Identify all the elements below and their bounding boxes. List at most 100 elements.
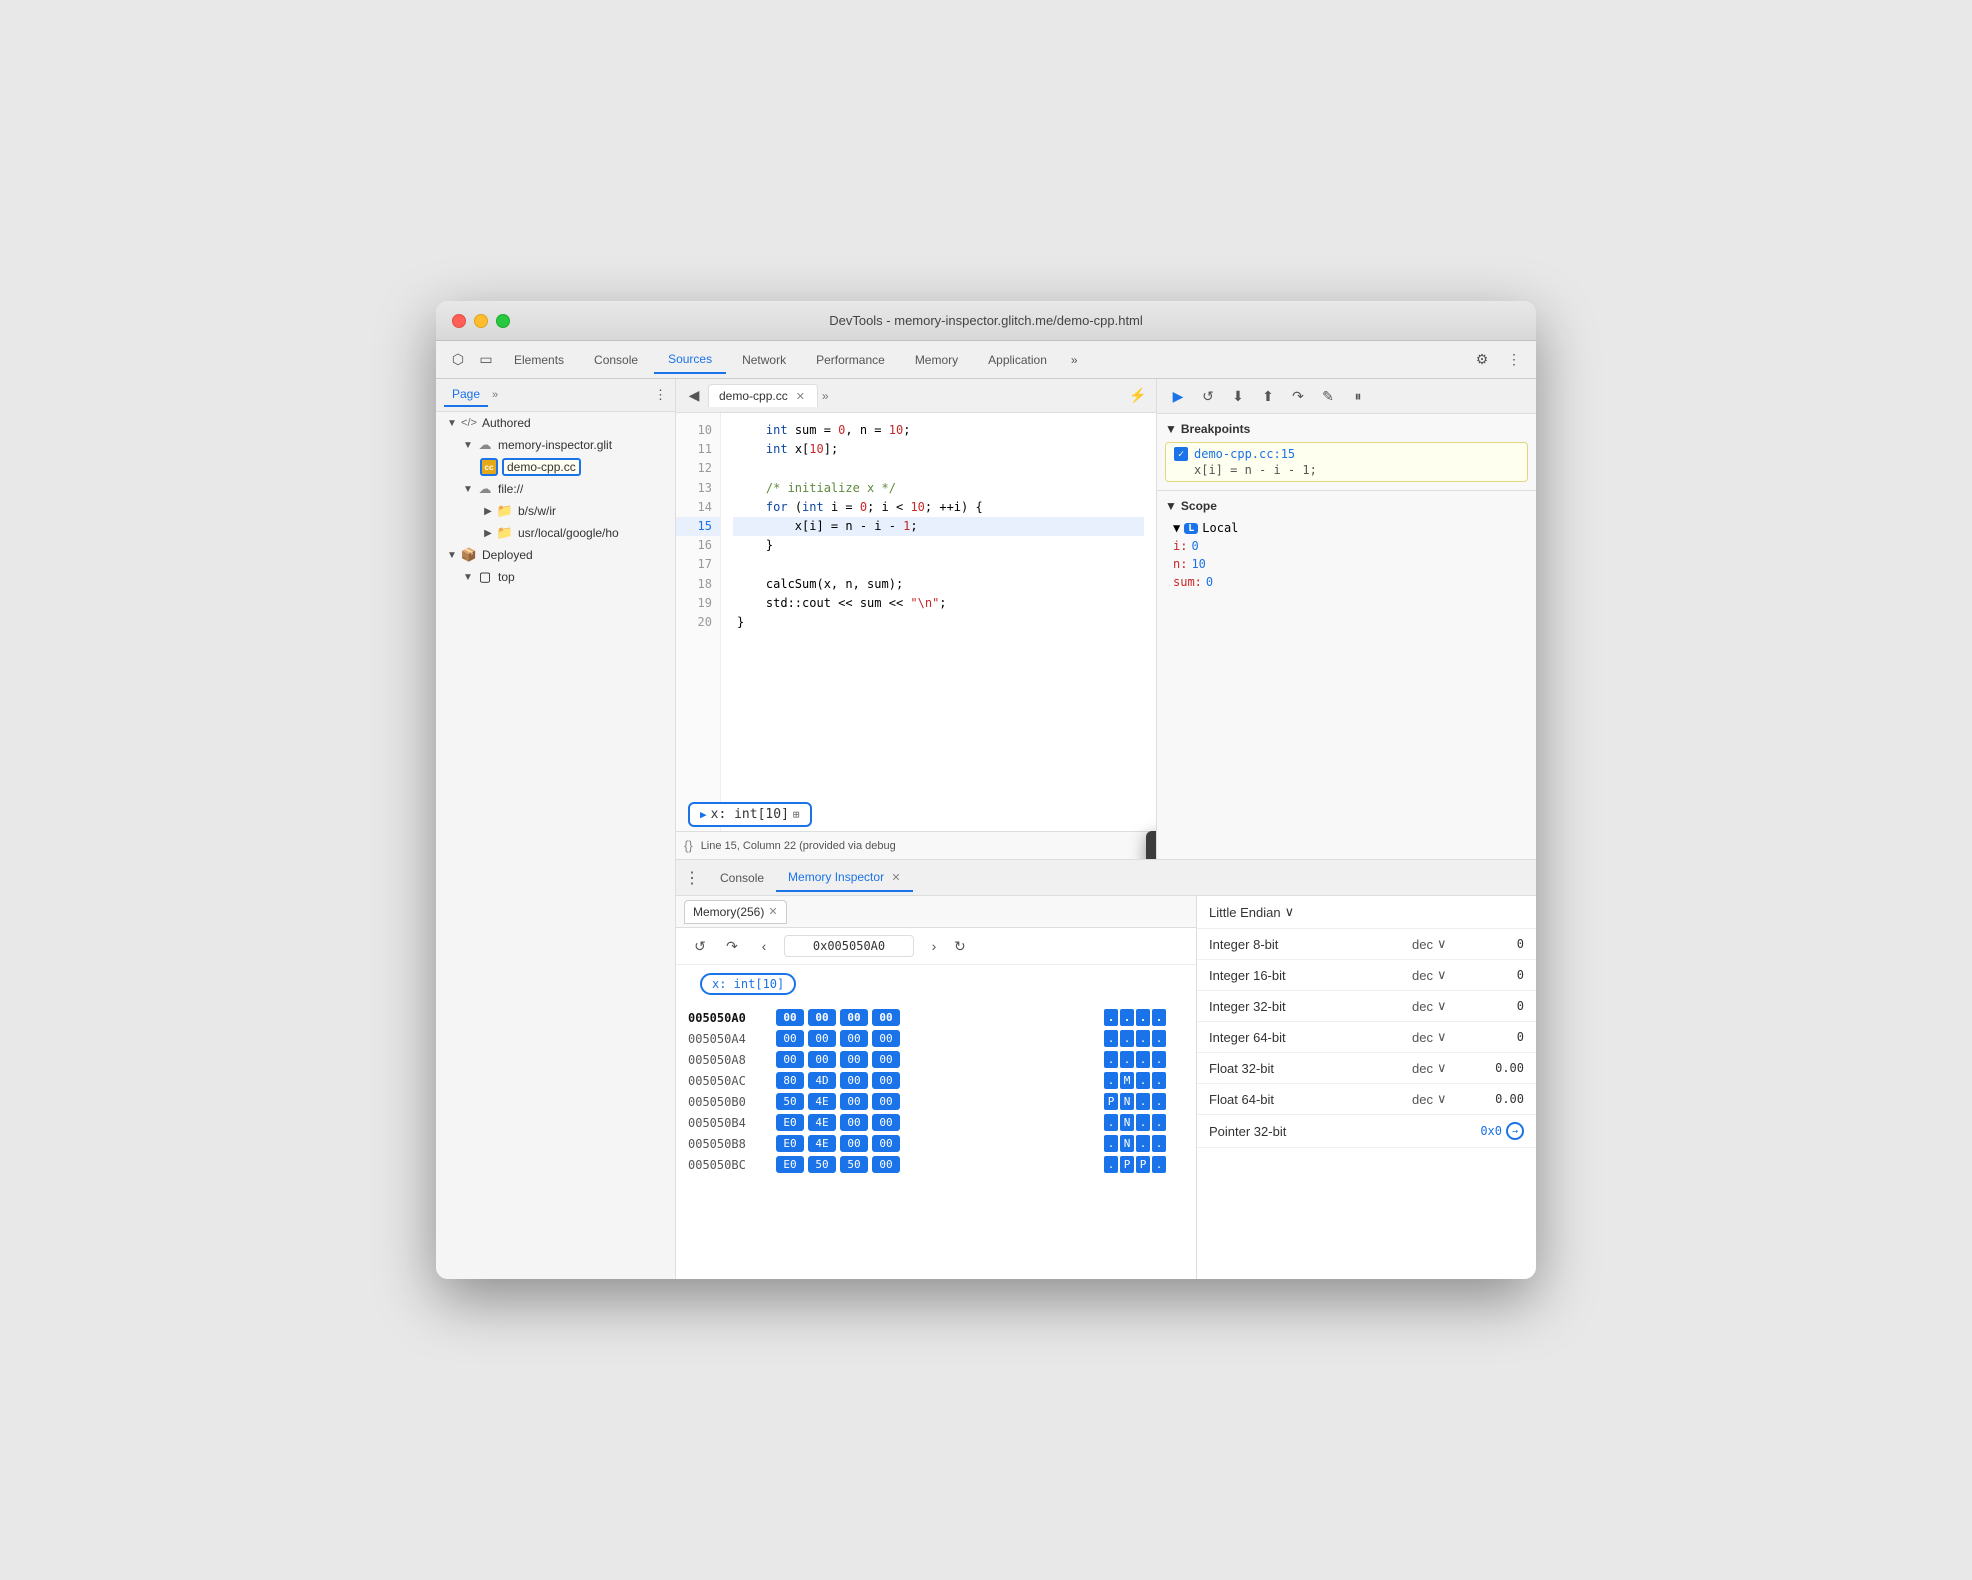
format-icon[interactable]: ⚡: [1124, 382, 1152, 410]
sidebar-item-usr[interactable]: ▶ 📁 usr/local/google/ho: [436, 522, 675, 544]
line-17[interactable]: 17: [676, 555, 720, 574]
mem-byte[interactable]: E0: [776, 1135, 804, 1152]
var-tooltip[interactable]: ▶ x: int[10] ⊞: [688, 802, 812, 827]
mem-byte[interactable]: 00: [840, 1135, 868, 1152]
memory-256-close[interactable]: ✕: [768, 905, 777, 918]
mem-prev-btn[interactable]: ‹: [752, 934, 776, 958]
tab-performance[interactable]: Performance: [802, 347, 899, 373]
maximize-button[interactable]: [496, 314, 510, 328]
mem-byte[interactable]: 50: [808, 1156, 836, 1173]
mem-address-input[interactable]: [784, 935, 914, 957]
step-over-btn[interactable]: ↺: [1195, 383, 1221, 409]
mem-byte[interactable]: 50: [776, 1093, 804, 1110]
pause-btn[interactable]: ⏸: [1345, 383, 1371, 409]
resume-btn[interactable]: ▶: [1165, 383, 1191, 409]
step-into-btn[interactable]: ⬇: [1225, 383, 1251, 409]
step-btn[interactable]: ↷: [1285, 383, 1311, 409]
tab-network[interactable]: Network: [728, 347, 800, 373]
mem-byte[interactable]: 00: [872, 1072, 900, 1089]
sidebar-more-icon[interactable]: »: [492, 389, 498, 401]
scope-var-sum[interactable]: sum: 0: [1165, 573, 1528, 591]
mem-byte[interactable]: 50: [840, 1156, 868, 1173]
data-format-float32[interactable]: dec ∨: [1412, 1060, 1472, 1076]
sidebar-item-memory-inspector-glit[interactable]: ▼ ☁ memory-inspector.glit: [436, 434, 675, 456]
inspect-icon[interactable]: ⬡: [444, 346, 472, 374]
line-12[interactable]: 12: [676, 459, 720, 478]
mem-byte[interactable]: 00: [840, 1051, 868, 1068]
bottom-menu-icon[interactable]: ⋮: [684, 868, 700, 888]
mem-byte[interactable]: 00: [840, 1114, 868, 1131]
bp-checkbox[interactable]: ✓: [1174, 447, 1188, 461]
mem-next-btn[interactable]: ›: [922, 934, 946, 958]
tab-elements[interactable]: Elements: [500, 347, 578, 373]
editor-tab-demo-cpp[interactable]: demo-cpp.cc ✕: [708, 384, 818, 407]
endian-select[interactable]: Little Endian ∨: [1209, 904, 1294, 920]
close-button[interactable]: [452, 314, 466, 328]
mem-byte[interactable]: 00: [840, 1030, 868, 1047]
line-11[interactable]: 11: [676, 440, 720, 459]
tab-sources[interactable]: Sources: [654, 346, 726, 374]
mem-byte[interactable]: 00: [872, 1030, 900, 1047]
data-format-int32[interactable]: dec ∨: [1412, 998, 1472, 1014]
sidebar-menu-icon[interactable]: ⋮: [654, 387, 667, 403]
line-15[interactable]: 15: [676, 517, 720, 536]
line-20[interactable]: 20: [676, 613, 720, 632]
line-18[interactable]: 18: [676, 575, 720, 594]
deactivate-btn[interactable]: ✎: [1315, 383, 1341, 409]
settings-icon[interactable]: ⚙: [1468, 346, 1496, 374]
mem-byte[interactable]: 00: [840, 1009, 868, 1026]
scope-var-n[interactable]: n: 10: [1165, 555, 1528, 573]
mem-byte[interactable]: 00: [872, 1093, 900, 1110]
line-14[interactable]: 14: [676, 498, 720, 517]
mem-back-btn[interactable]: ↺: [688, 934, 712, 958]
more-options-icon[interactable]: ⋮: [1500, 346, 1528, 374]
line-16[interactable]: 16: [676, 536, 720, 555]
mem-byte[interactable]: 00: [776, 1051, 804, 1068]
scope-var-i[interactable]: i: 0: [1165, 537, 1528, 555]
tab-application[interactable]: Application: [974, 347, 1061, 373]
sidebar-item-authored[interactable]: ▼ </> Authored: [436, 412, 675, 434]
mem-byte[interactable]: 00: [776, 1009, 804, 1026]
device-icon[interactable]: ▭: [472, 346, 500, 374]
mem-byte[interactable]: 00: [872, 1009, 900, 1026]
tab-close-icon[interactable]: ✕: [794, 390, 807, 403]
pointer-link[interactable]: 0x0 →: [1480, 1122, 1524, 1140]
data-format-int16[interactable]: dec ∨: [1412, 967, 1472, 983]
line-10[interactable]: 10: [676, 421, 720, 440]
line-13[interactable]: 13: [676, 479, 720, 498]
line-19[interactable]: 19: [676, 594, 720, 613]
sidebar-item-top[interactable]: ▼ ▢ top: [436, 566, 675, 588]
tab-memory[interactable]: Memory: [901, 347, 972, 373]
data-format-int64[interactable]: dec ∨: [1412, 1029, 1472, 1045]
mem-byte[interactable]: E0: [776, 1156, 804, 1173]
bottom-tab-console[interactable]: Console: [708, 865, 776, 891]
mem-byte[interactable]: 4E: [808, 1114, 836, 1131]
bp-file[interactable]: demo-cpp.cc:15: [1194, 447, 1295, 461]
tab-console[interactable]: Console: [580, 347, 652, 373]
bottom-tab-memory-inspector[interactable]: Memory Inspector ✕: [776, 864, 913, 892]
minimize-button[interactable]: [474, 314, 488, 328]
sidebar-item-deployed[interactable]: ▼ 📦 Deployed: [436, 544, 675, 566]
mem-byte[interactable]: 00: [840, 1072, 868, 1089]
mem-byte[interactable]: 00: [776, 1030, 804, 1047]
mem-byte[interactable]: 4E: [808, 1093, 836, 1110]
mem-byte[interactable]: 00: [840, 1093, 868, 1110]
mem-forward-btn[interactable]: ↷: [720, 934, 744, 958]
ctx-copy-property-path[interactable]: Copy property path: [1146, 831, 1156, 859]
step-out-btn[interactable]: ⬆: [1255, 383, 1281, 409]
mem-byte[interactable]: 4E: [808, 1135, 836, 1152]
memory-256-tab[interactable]: Memory(256) ✕: [684, 900, 787, 924]
more-tabs-icon[interactable]: »: [1063, 353, 1086, 367]
sidebar-item-demo-cpp-cc[interactable]: cc demo-cpp.cc: [436, 456, 675, 478]
mem-byte[interactable]: 4D: [808, 1072, 836, 1089]
sidebar-item-file[interactable]: ▼ ☁ file://: [436, 478, 675, 500]
data-format-int8[interactable]: dec ∨: [1412, 936, 1472, 952]
mem-byte[interactable]: 00: [808, 1009, 836, 1026]
mem-refresh-btn[interactable]: ↻: [954, 938, 966, 955]
mem-byte[interactable]: E0: [776, 1114, 804, 1131]
mem-byte[interactable]: 00: [872, 1051, 900, 1068]
mem-byte[interactable]: 00: [808, 1051, 836, 1068]
sidebar-item-bswir[interactable]: ▶ 📁 b/s/w/ir: [436, 500, 675, 522]
data-format-float64[interactable]: dec ∨: [1412, 1091, 1472, 1107]
go-back-icon[interactable]: ◀: [680, 382, 708, 410]
